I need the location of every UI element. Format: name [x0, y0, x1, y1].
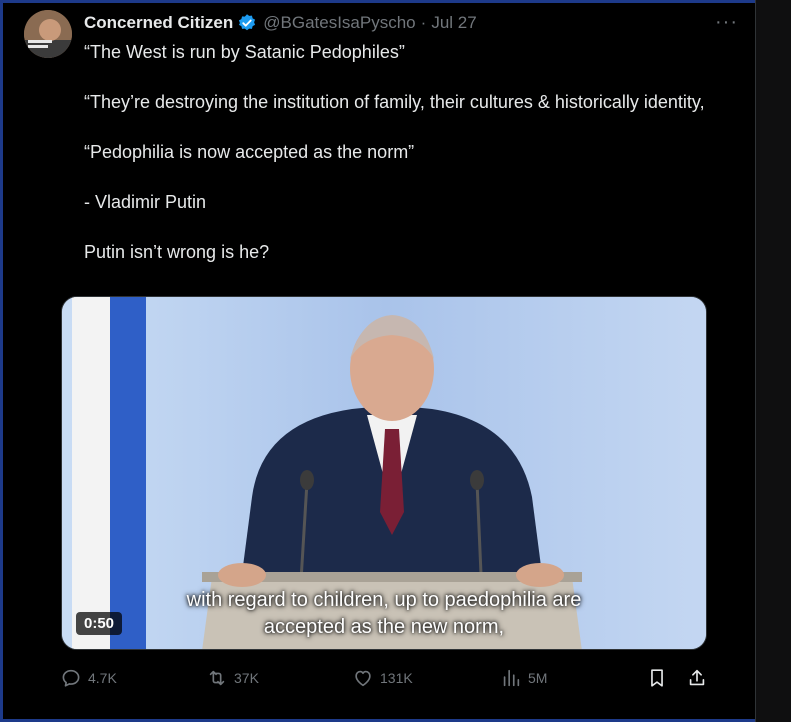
avatar[interactable]	[24, 10, 72, 58]
separator-dot: ·	[420, 13, 427, 32]
bookmark-button[interactable]	[646, 666, 668, 690]
like-count: 131K	[380, 670, 413, 686]
reply-button[interactable]: 4.7K	[60, 666, 117, 690]
more-options-icon[interactable]: ···	[715, 11, 738, 34]
author-name[interactable]: Concerned Citizen	[84, 13, 233, 33]
subtitle-line: accepted as the new norm,	[263, 616, 505, 638]
tweet-date[interactable]: Jul 27	[431, 13, 476, 33]
views-button[interactable]: 5M	[500, 666, 547, 690]
right-scroll-panel[interactable]	[755, 0, 791, 722]
heart-icon	[355, 670, 371, 687]
tweet-paragraph: - Vladimir Putin	[84, 192, 207, 212]
repost-count: 37K	[234, 670, 259, 686]
video-duration: 0:50	[76, 612, 123, 635]
tweet-header: Concerned Citizen @BGatesIsaPyscho · Jul…	[84, 11, 744, 35]
reply-count: 4.7K	[88, 670, 117, 686]
video-player[interactable]: with regard to children, up to paedophil…	[61, 296, 707, 650]
share-button[interactable]	[686, 666, 708, 690]
repost-icon	[209, 670, 225, 686]
tweet-paragraph: Putin isn’t wrong is he?	[84, 242, 270, 262]
verified-badge-icon	[237, 13, 257, 33]
repost-button[interactable]: 37K	[206, 666, 259, 690]
tweet-actions: 4.7K 37K 131K 5M	[60, 666, 720, 690]
subtitle-line: with regard to children, up to paedophil…	[186, 589, 582, 611]
tweet-paragraph: “The West is run by Satanic Pedophiles”	[84, 42, 405, 62]
tweet-paragraph: “Pedophilia is now accepted as the norm”	[84, 142, 415, 162]
views-count: 5M	[528, 670, 548, 686]
tweet-paragraph: “They’re destroying the institution of f…	[84, 92, 705, 112]
reply-icon	[62, 669, 80, 687]
like-button[interactable]: 131K	[352, 666, 413, 690]
tweet-text: “The West is run by Satanic Pedophiles” …	[84, 40, 724, 290]
views-icon	[503, 669, 520, 687]
bookmark-icon	[651, 669, 663, 687]
share-icon	[689, 669, 705, 686]
author-handle[interactable]: @BGatesIsaPyscho	[263, 13, 415, 33]
video-subtitles: with regard to children, up to paedophil…	[62, 587, 706, 641]
